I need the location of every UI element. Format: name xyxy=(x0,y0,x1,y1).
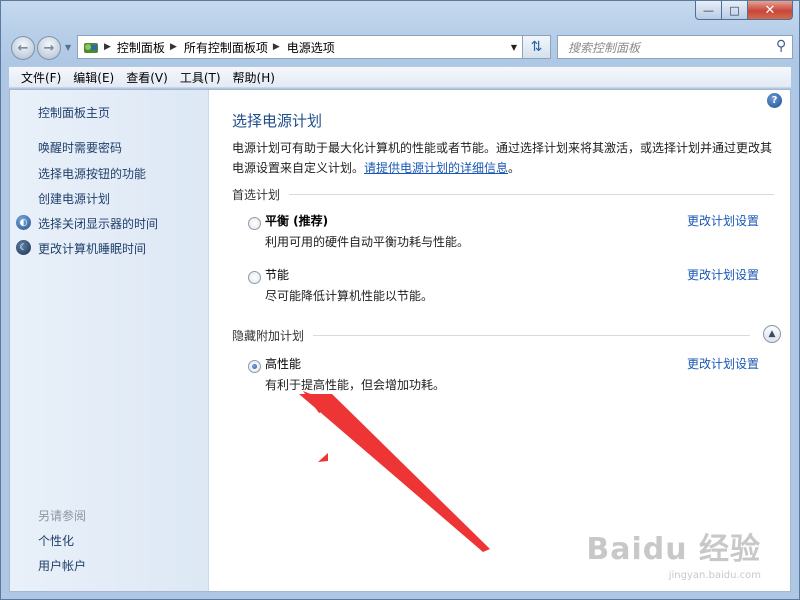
intro-paragraph: 电源计划可有助于最大化计算机的性能或者节能。通过选择计划来将其激活，或选择计划并… xyxy=(232,138,777,178)
content-area: 控制面板主页 唤醒时需要密码 选择电源按钮的功能 创建电源计划 ◐ 选择关闭显示… xyxy=(9,89,791,592)
preferred-plans-divider xyxy=(289,194,774,195)
page-title: 选择电源计划 xyxy=(232,112,323,130)
sidebar: 控制面板主页 唤醒时需要密码 选择电源按钮的功能 创建电源计划 ◐ 选择关闭显示… xyxy=(10,90,209,591)
change-plan-settings-power-saver[interactable]: 更改计划设置 xyxy=(687,266,759,283)
maximize-icon: □ xyxy=(729,3,740,17)
sidebar-item-create-plan[interactable]: 创建电源计划 xyxy=(38,190,110,207)
menu-tools[interactable]: 工具(T) xyxy=(174,69,227,86)
chevron-down-icon: ▼ xyxy=(510,42,518,52)
menu-view[interactable]: 查看(V) xyxy=(120,69,174,86)
plan-radio-high-performance[interactable] xyxy=(248,360,261,373)
minimize-button[interactable]: — xyxy=(695,1,722,20)
sidebar-item-power-button[interactable]: 选择电源按钮的功能 xyxy=(38,165,146,182)
sleep-moon-icon: ☾ xyxy=(16,240,31,255)
watermark-url: jingyan.baidu.com xyxy=(668,570,761,581)
menu-bar: 文件(F) 编辑(E) 查看(V) 工具(T) 帮助(H) xyxy=(9,66,791,88)
plan-desc-power-saver: 尽可能降低计算机性能以节能。 xyxy=(265,289,434,303)
plan-name-balanced[interactable]: 平衡 (推荐) xyxy=(265,212,328,229)
search-icon[interactable]: ⚲ xyxy=(776,38,786,54)
change-plan-settings-high-performance[interactable]: 更改计划设置 xyxy=(687,355,759,372)
address-dropdown-button[interactable]: ▼ xyxy=(506,36,522,58)
menu-edit[interactable]: 编辑(E) xyxy=(67,69,120,86)
plan-details-link[interactable]: 请提供电源计划的详细信息 xyxy=(364,161,508,175)
watermark-logo: Baidu 经验 xyxy=(586,532,761,567)
display-icon: ◐ xyxy=(16,215,31,230)
forward-button[interactable]: → xyxy=(37,36,61,60)
back-arrow-icon: ← xyxy=(17,40,29,56)
control-panel-icon xyxy=(82,39,100,55)
sidebar-item-user-accounts[interactable]: 用户帐户 xyxy=(38,557,86,574)
menu-help[interactable]: 帮助(H) xyxy=(227,69,281,86)
breadcrumb-control-panel[interactable]: 控制面板 xyxy=(117,39,165,56)
breadcrumb-power-options[interactable]: 电源选项 xyxy=(287,39,335,56)
plan-radio-balanced[interactable] xyxy=(248,217,261,230)
maximize-button[interactable]: □ xyxy=(722,1,748,20)
preferred-plans-label: 首选计划 xyxy=(232,188,281,202)
hidden-plans-divider xyxy=(313,335,750,336)
sidebar-item-sleep-time[interactable]: 更改计算机睡眠时间 xyxy=(38,240,146,257)
breadcrumb-chevron-icon[interactable]: ▶ xyxy=(170,42,177,52)
breadcrumb-chevron-icon: ▶ xyxy=(104,42,111,52)
hidden-plans-label: 隐藏附加计划 xyxy=(232,329,305,343)
plan-name-power-saver[interactable]: 节能 xyxy=(265,266,289,283)
chevron-up-icon: ▲ xyxy=(768,329,776,339)
change-plan-settings-balanced[interactable]: 更改计划设置 xyxy=(687,212,759,229)
refresh-icon: ⇅ xyxy=(530,39,543,55)
close-icon: ✕ xyxy=(764,2,776,18)
forward-arrow-icon: → xyxy=(43,40,55,56)
address-bar[interactable]: ▶ 控制面板 ▶ 所有控制面板项 ▶ 电源选项 ▼ xyxy=(77,35,523,59)
search-placeholder: 搜索控制面板 xyxy=(568,40,641,55)
navigation-bar: ← → ▼ ▶ 控制面板 ▶ 所有控制面板项 ▶ 电源选项 ▼ ⇅ 搜索控制面板… xyxy=(9,31,793,61)
plan-desc-high-performance: 有利于提高性能，但会增加功耗。 xyxy=(265,378,446,392)
search-input[interactable]: 搜索控制面板 ⚲ xyxy=(557,35,793,59)
collapse-hidden-plans-button[interactable]: ▲ xyxy=(763,325,781,343)
sidebar-item-wake-password[interactable]: 唤醒时需要密码 xyxy=(38,139,122,156)
plan-name-high-performance[interactable]: 高性能 xyxy=(265,355,301,372)
breadcrumb-chevron-icon[interactable]: ▶ xyxy=(273,42,280,52)
minimize-icon: — xyxy=(703,3,714,17)
plan-desc-balanced: 利用可用的硬件自动平衡功耗与性能。 xyxy=(265,235,470,249)
back-button[interactable]: ← xyxy=(11,36,35,60)
main-panel: ? 选择电源计划 电源计划可有助于最大化计算机的性能或者节能。通过选择计划来将其… xyxy=(209,90,790,591)
refresh-button[interactable]: ⇅ xyxy=(523,35,551,59)
baidu-watermark: Baidu 经验 jingyan.baidu.com xyxy=(586,524,761,581)
intro-end: 。 xyxy=(508,161,521,175)
breadcrumb-all-items[interactable]: 所有控制面板项 xyxy=(184,39,268,56)
help-icon[interactable]: ? xyxy=(767,93,782,108)
chevron-down-icon: ▼ xyxy=(65,43,72,52)
sidebar-item-display-off[interactable]: 选择关闭显示器的时间 xyxy=(38,215,158,232)
close-button[interactable]: ✕ xyxy=(748,1,793,20)
control-panel-window: — □ ✕ ← → ▼ ▶ 控制面板 ▶ 所有控制面板项 ▶ 电源选项 ▼ ⇅ xyxy=(0,0,800,600)
see-also-heading: 另请参阅 xyxy=(38,509,87,523)
recent-pages-button[interactable]: ▼ xyxy=(65,43,71,52)
sidebar-item-personalization[interactable]: 个性化 xyxy=(38,532,74,549)
caption-buttons: — □ ✕ xyxy=(695,1,793,20)
plan-radio-power-saver[interactable] xyxy=(248,271,261,284)
sidebar-home-link[interactable]: 控制面板主页 xyxy=(38,104,110,121)
menu-file[interactable]: 文件(F) xyxy=(15,69,67,86)
